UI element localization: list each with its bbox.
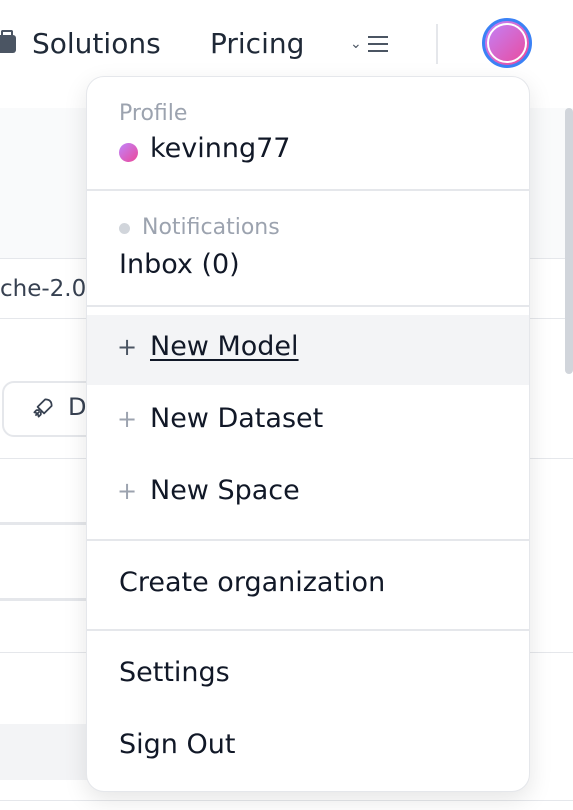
inbox-link: Inbox (0) bbox=[119, 249, 240, 280]
user-dropdown-menu: Profile kevinng77 Notifications Inbox (0… bbox=[86, 76, 530, 792]
hamburger-icon bbox=[368, 36, 388, 54]
menu-item-sign-out[interactable]: Sign Out bbox=[87, 713, 529, 783]
user-avatar-button[interactable] bbox=[482, 18, 532, 68]
nav-divider bbox=[436, 24, 438, 64]
briefcase-icon bbox=[0, 30, 16, 53]
chevron-down-icon: ⌄ bbox=[350, 36, 362, 52]
menu-item-new-space[interactable]: + New Space bbox=[87, 459, 529, 529]
profile-label: Profile bbox=[119, 101, 188, 126]
menu-item-settings[interactable]: Settings bbox=[87, 641, 529, 711]
plus-icon: + bbox=[117, 405, 138, 433]
sign-out-label: Sign Out bbox=[119, 729, 236, 760]
rocket-icon bbox=[33, 398, 53, 418]
menu-divider bbox=[87, 539, 529, 541]
notifications-section[interactable]: Notifications Inbox (0) bbox=[87, 191, 529, 305]
repo-name-fragment: che-2.0 bbox=[0, 276, 87, 302]
nav-pricing-label: Pricing bbox=[210, 27, 305, 60]
scrollbar[interactable] bbox=[565, 108, 573, 374]
nav-pricing[interactable]: Pricing bbox=[210, 24, 304, 64]
menu-divider bbox=[87, 305, 529, 307]
avatar bbox=[119, 143, 138, 162]
new-dataset-label: New Dataset bbox=[150, 403, 324, 434]
new-space-label: New Space bbox=[150, 475, 300, 506]
menu-item-create-organization[interactable]: Create organization bbox=[87, 551, 529, 621]
profile-section[interactable]: Profile kevinng77 bbox=[87, 77, 529, 189]
divider bbox=[0, 598, 100, 601]
menu-item-new-model[interactable]: + New Model bbox=[87, 315, 529, 385]
menu-divider bbox=[87, 629, 529, 631]
notification-dot-icon bbox=[119, 223, 130, 234]
more-menu-button[interactable]: ⌄ bbox=[350, 30, 392, 60]
deploy-button-label: D bbox=[68, 393, 87, 421]
plus-icon: + bbox=[117, 477, 138, 505]
nav-solutions[interactable]: Solutions bbox=[0, 24, 161, 64]
plus-icon: + bbox=[117, 333, 138, 361]
notifications-label: Notifications bbox=[142, 215, 280, 240]
divider bbox=[0, 522, 100, 525]
profile-username: kevinng77 bbox=[150, 133, 291, 164]
create-organization-label: Create organization bbox=[119, 567, 386, 598]
settings-label: Settings bbox=[119, 657, 230, 688]
new-model-label: New Model bbox=[150, 331, 299, 362]
menu-item-new-dataset[interactable]: + New Dataset bbox=[87, 387, 529, 457]
divider bbox=[0, 800, 573, 801]
nav-solutions-label: Solutions bbox=[32, 27, 161, 60]
